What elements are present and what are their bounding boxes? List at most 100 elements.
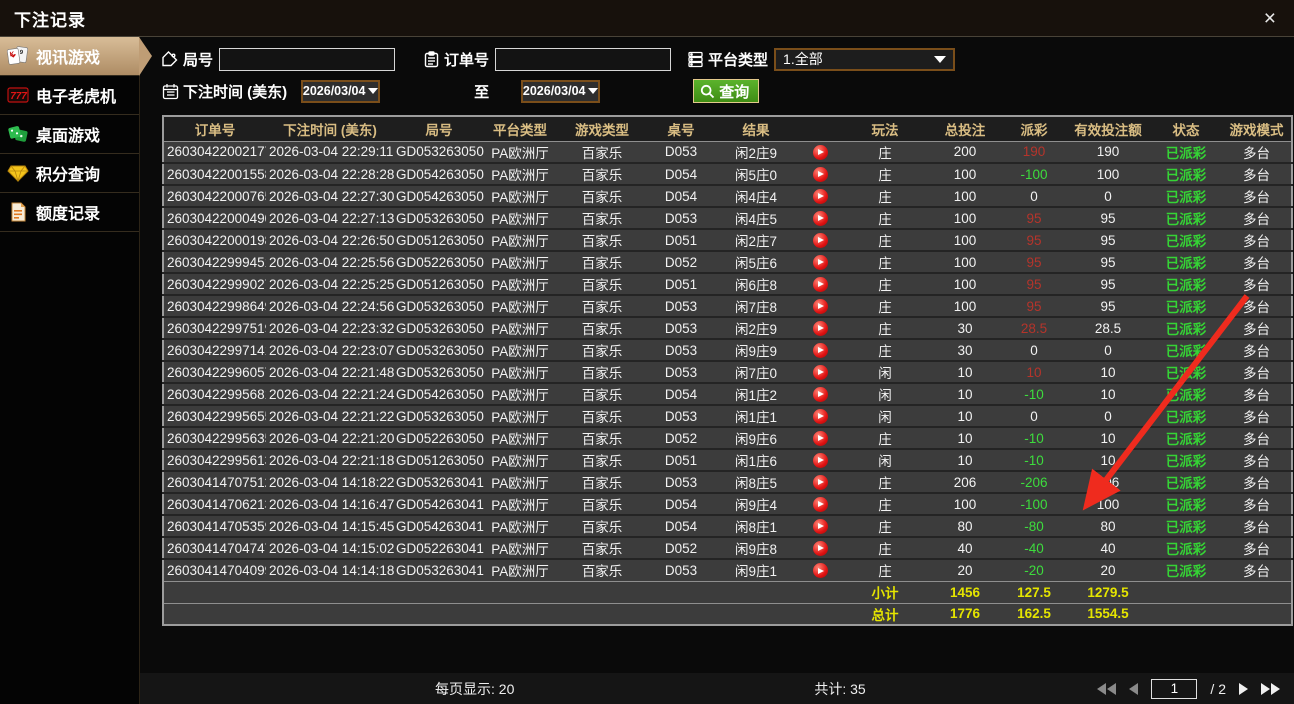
replay-play-icon[interactable] (812, 254, 828, 270)
replay-play-icon[interactable] (812, 342, 828, 358)
search-icon (701, 84, 715, 98)
cell-status: 已派彩 (1150, 294, 1222, 317)
first-page-icon[interactable] (1097, 682, 1117, 695)
cell-status: 已派彩 (1150, 162, 1222, 185)
replay-play-icon[interactable] (812, 540, 828, 556)
cell-bet-time: 2026-03-04 14:18:22 (266, 470, 394, 493)
sidebar-item-slots[interactable]: 777 电子老虎机 (0, 76, 139, 115)
cell-replay (798, 492, 842, 515)
cell-replay (798, 228, 842, 251)
cell-result: 闲8庄1 (714, 514, 798, 537)
date-to-picker[interactable]: 2026/03/04 (521, 79, 601, 103)
replay-play-icon[interactable] (812, 474, 828, 490)
cell-table-no: D054 (648, 184, 714, 207)
col-bet-time: 下注时间 (美东) (266, 116, 394, 142)
replay-play-icon[interactable] (812, 166, 828, 182)
cell-game-type: 百家乐 (556, 536, 648, 559)
platform-type-select[interactable]: 1.全部 (774, 47, 956, 71)
replay-play-icon[interactable] (812, 232, 828, 248)
replay-play-icon[interactable] (812, 408, 828, 424)
cell-payout: -100 (1002, 492, 1066, 515)
cell-status: 已派彩 (1150, 536, 1222, 559)
sidebar-item-table-games[interactable]: 桌面游戏 (0, 115, 139, 154)
cell-table-no: D054 (648, 162, 714, 185)
close-icon[interactable]: × (1260, 8, 1280, 29)
cell-platform: PA欧洲厅 (484, 162, 556, 185)
cell-platform: PA欧洲厅 (484, 250, 556, 273)
grand-total-payout: 162.5 (1002, 602, 1066, 625)
replay-play-icon[interactable] (812, 563, 828, 579)
cell-total-bet: 40 (928, 536, 1002, 559)
last-page-icon[interactable] (1261, 682, 1280, 695)
replay-play-icon[interactable] (812, 364, 828, 380)
query-button[interactable]: 查询 (693, 79, 760, 103)
cell-round-id: GD0532630505C (394, 294, 484, 317)
cell-valid-bet: 40 (1066, 536, 1150, 559)
page-count-label: / 2 (1210, 680, 1226, 697)
cell-order-id: 260304229994510 (163, 250, 266, 273)
replay-play-icon[interactable] (812, 430, 828, 446)
cell-round-id: GD05326305059 (394, 338, 484, 361)
platform-type-value: 1.全部 (783, 51, 823, 67)
cell-payout: 95 (1002, 272, 1066, 295)
bet-time-label: 下注时间 (美东) (183, 83, 288, 101)
cell-status: 已派彩 (1150, 558, 1222, 581)
cell-game-type: 百家乐 (556, 492, 648, 515)
sidebar-item-label: 桌面游戏 (36, 128, 101, 145)
order-id-input[interactable] (495, 47, 672, 71)
subtotal-total: 1456 (928, 580, 1002, 603)
replay-play-icon[interactable] (812, 276, 828, 292)
cell-total-bet: 100 (928, 184, 1002, 207)
col-total-bet: 总投注 (928, 116, 1002, 142)
cell-order-id: 260304147053599 (163, 514, 266, 537)
cell-order-id: 260304229956353 (163, 426, 266, 449)
cell-payout: 10 (1002, 360, 1066, 383)
cell-total-bet: 20 (928, 558, 1002, 581)
sidebar-item-credit-records[interactable]: 额度记录 (0, 193, 139, 232)
cell-round-id: GD0522630414P (394, 536, 484, 559)
cell-result: 闲2庄7 (714, 228, 798, 251)
date-from-picker[interactable]: 2026/03/04 (301, 79, 381, 103)
table-body: 260304220021774 2026-03-04 22:29:11 GD05… (163, 141, 1292, 581)
prev-page-icon[interactable] (1129, 682, 1139, 695)
grand-total-spacer (163, 602, 842, 625)
cell-table-no: D053 (648, 404, 714, 427)
col-payout: 派彩 (1002, 116, 1066, 142)
cell-total-bet: 206 (928, 470, 1002, 493)
table-row: 260304147047475 2026-03-04 14:15:02 GD05… (163, 536, 1292, 559)
cell-round-id: GD0532630505A (394, 316, 484, 339)
cell-result: 闲6庄8 (714, 272, 798, 295)
sidebar-filler (0, 232, 139, 704)
next-page-icon[interactable] (1239, 682, 1248, 695)
cell-bet-time: 2026-03-04 22:21:24 (266, 382, 394, 405)
total-count-label: 共计: 35 (814, 680, 866, 697)
cell-bet-on: 庄 (842, 250, 928, 273)
replay-play-icon[interactable] (812, 320, 828, 336)
sidebar-item-points[interactable]: 积分查询 (0, 154, 139, 193)
filter-row-1: 局号 订单号 平台类型 1.全部 (162, 46, 1294, 72)
filter-row-2: 下注时间 (美东) 2026/03/04 至 2026/03/04 查询 (162, 78, 1294, 104)
cell-round-id: GD0542630505D (394, 184, 484, 207)
cell-order-id: 260304229975199 (163, 316, 266, 339)
replay-play-icon[interactable] (812, 188, 828, 204)
replay-play-icon[interactable] (812, 298, 828, 314)
page-number-input[interactable] (1151, 678, 1198, 699)
cell-bet-time: 2026-03-04 22:26:50 (266, 228, 394, 251)
tag-icon (162, 50, 178, 66)
replay-play-icon[interactable] (812, 144, 828, 160)
cell-bet-on: 庄 (842, 470, 928, 493)
sidebar-item-video-games[interactable]: 9 K 视讯游戏 (0, 37, 152, 76)
replay-play-icon[interactable] (812, 386, 828, 402)
replay-play-icon[interactable] (812, 452, 828, 468)
replay-play-icon[interactable] (812, 496, 828, 512)
cell-platform: PA欧洲厅 (484, 426, 556, 449)
replay-play-icon[interactable] (812, 210, 828, 226)
page-nav: / 2 (1097, 678, 1280, 699)
cell-result: 闲5庄6 (714, 250, 798, 273)
cell-game-mode: 多台 (1222, 316, 1292, 339)
replay-play-icon[interactable] (812, 518, 828, 534)
cell-order-id: 260304147075123 (163, 470, 266, 493)
round-id-input[interactable] (219, 47, 396, 71)
cell-bet-on: 庄 (842, 294, 928, 317)
cell-game-mode: 多台 (1222, 272, 1292, 295)
